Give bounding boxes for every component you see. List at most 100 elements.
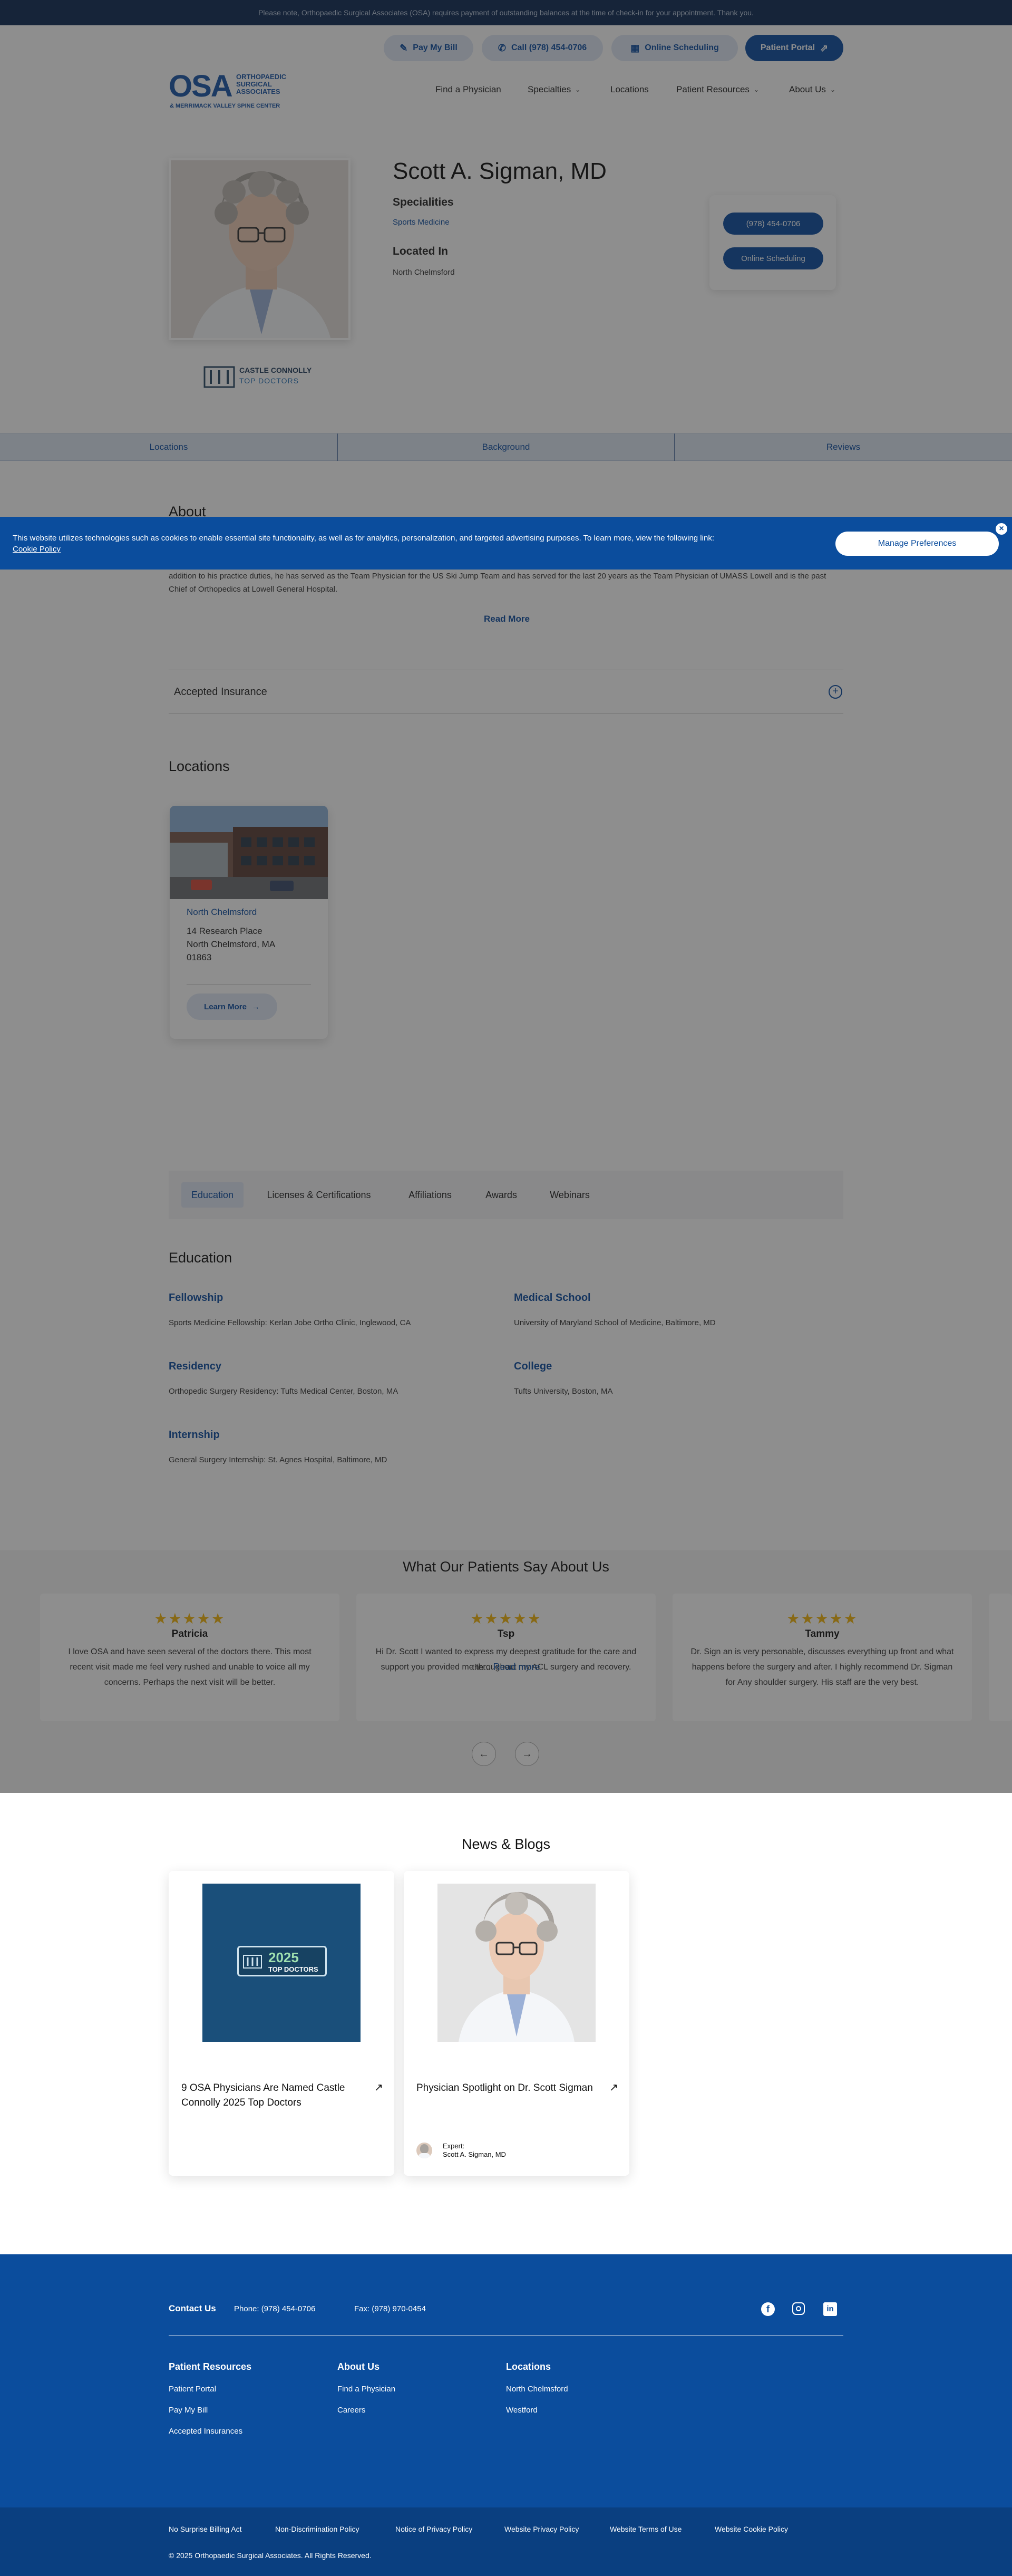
learn-more-label: Learn More: [204, 1002, 247, 1011]
award-line-1: CASTLE CONNOLLY: [239, 366, 312, 374]
tab-affiliations[interactable]: Affiliations: [398, 1182, 462, 1208]
tab-locations[interactable]: Locations: [0, 433, 337, 461]
physician-name: Scott A. Sigman, MD: [393, 158, 607, 184]
nav-label: Specialties: [528, 84, 571, 94]
chevron-down-icon: ⌄: [830, 86, 835, 93]
footer-link[interactable]: Patient Portal: [169, 2385, 216, 2394]
read-more-link[interactable]: Read More: [484, 614, 530, 624]
tab-webinars[interactable]: Webinars: [541, 1182, 599, 1208]
nav-label: Locations: [610, 84, 649, 94]
education-title: Education: [169, 1250, 232, 1266]
review-text: Dr. Sign an is very personable, discusse…: [690, 1647, 954, 1687]
edit-icon: ✎: [400, 42, 408, 53]
education-value: Sports Medicine Fellowship: Kerlan Jobe …: [169, 1318, 411, 1327]
footer-phone[interactable]: Phone: (978) 454-0706: [234, 2304, 315, 2313]
next-testimonial-button[interactable]: →: [515, 1742, 539, 1766]
footer-divider: [169, 2335, 843, 2336]
logo-mark: OSA: [169, 69, 233, 103]
education-value: University of Maryland School of Medicin…: [514, 1318, 716, 1327]
reviewer-name: Patricia: [171, 1628, 208, 1639]
legal-link[interactable]: Website Cookie Policy: [715, 2525, 788, 2533]
nav-locations[interactable]: Locations: [610, 84, 649, 95]
nav-about-us[interactable]: About Us ⌄: [789, 84, 835, 95]
instagram-icon[interactable]: [792, 2302, 805, 2315]
located-in-label: Located In: [393, 245, 449, 257]
nav-find-physician[interactable]: Find a Physician: [435, 84, 501, 95]
profile-cta-card: [709, 195, 836, 290]
call-label: Call (978) 454-0706: [511, 43, 587, 52]
footer: [0, 2254, 1012, 2507]
specialty-link[interactable]: Sports Medicine: [393, 218, 450, 227]
testimonial-card-partial: [989, 1594, 1012, 1721]
expert-name: Scott A. Sigman, MD: [443, 2150, 506, 2158]
expert-avatar: [416, 2143, 432, 2158]
footer-link[interactable]: Pay My Bill: [169, 2406, 208, 2415]
facebook-icon[interactable]: f: [761, 2302, 775, 2316]
footer-link[interactable]: Careers: [337, 2406, 365, 2415]
online-scheduling-label: Online Scheduling: [645, 43, 719, 52]
accepted-insurance-accordion[interactable]: Accepted Insurance +: [169, 670, 843, 714]
legal-link[interactable]: Non-Discrimination Policy: [275, 2525, 359, 2533]
pay-bill-button[interactable]: ✎ Pay My Bill: [384, 35, 473, 61]
specialties-label: Specialities: [393, 196, 454, 208]
call-button[interactable]: ✆ Call (978) 454-0706: [482, 35, 603, 61]
footer-link[interactable]: Find a Physician: [337, 2385, 395, 2394]
close-icon[interactable]: ×: [995, 522, 1008, 536]
copyright: © 2025 Orthopaedic Surgical Associates. …: [169, 2551, 372, 2560]
arrow-right-icon: →: [251, 1002, 260, 1011]
reviewer-name: Tammy: [805, 1628, 840, 1639]
payment-notice-text: Please note, Orthopaedic Surgical Associ…: [258, 8, 754, 17]
arrow-right-icon: →: [522, 1748, 532, 1760]
online-scheduling-cta-button[interactable]: Online Scheduling: [723, 247, 823, 269]
footer-link[interactable]: Accepted Insurances: [169, 2427, 242, 2436]
legal-footer: [0, 2507, 1012, 2576]
nav-label: About Us: [789, 84, 826, 94]
location-address: 14 Research Place North Chelmsford, MA 0…: [187, 924, 275, 964]
tab-background[interactable]: Background: [337, 433, 675, 461]
location-name[interactable]: North Chelmsford: [187, 907, 257, 918]
cookie-banner: This website utilizes technologies such …: [0, 517, 1012, 570]
news-headline: 9 OSA Physicians Are Named Castle Connol…: [181, 2082, 345, 2108]
address-line-1: 14 Research Place: [187, 926, 262, 936]
plus-icon: +: [829, 685, 842, 699]
nav-specialties[interactable]: Specialties ⌄: [528, 84, 580, 95]
prev-testimonial-button[interactable]: ←: [472, 1742, 496, 1766]
linkedin-icon[interactable]: in: [823, 2302, 837, 2316]
star-rating: ★★★★★: [470, 1610, 542, 1627]
online-scheduling-button[interactable]: ▦ Online Scheduling: [611, 35, 738, 61]
tab-awards[interactable]: Awards: [478, 1182, 525, 1208]
calendar-icon: ▦: [630, 42, 640, 53]
manage-preferences-button[interactable]: Manage Preferences: [835, 532, 999, 556]
legal-link[interactable]: Website Terms of Use: [610, 2525, 682, 2533]
location-building-image: [170, 806, 328, 899]
read-more-review-link[interactable]: Read more: [493, 1662, 540, 1672]
tab-licenses[interactable]: Licenses & Certifications: [258, 1182, 380, 1208]
footer-link[interactable]: Westford: [506, 2406, 538, 2415]
address-line-3: 01863: [187, 952, 212, 962]
legal-link[interactable]: No Surprise Billing Act: [169, 2525, 242, 2533]
logo-tagline: & MERRIMACK VALLEY SPINE CENTER: [170, 103, 280, 109]
osa-logo[interactable]: OSA ORTHOPAEDIC SURGICAL ASSOCIATES & ME…: [169, 71, 300, 112]
cookie-policy-link[interactable]: Cookie Policy: [13, 545, 61, 554]
tab-reviews[interactable]: Reviews: [675, 433, 1012, 461]
review-ellipsis: the...: [472, 1663, 491, 1672]
learn-more-button[interactable]: Learn More →: [187, 993, 277, 1020]
external-link-icon: ⇗: [820, 42, 829, 53]
nav-patient-resources[interactable]: Patient Resources ⌄: [676, 84, 759, 95]
location-value: North Chelmsford: [393, 268, 455, 277]
phone-button[interactable]: (978) 454-0706: [723, 213, 823, 235]
patient-portal-label: Patient Portal: [760, 43, 815, 52]
footer-link[interactable]: North Chelmsford: [506, 2385, 568, 2394]
legal-link[interactable]: Notice of Privacy Policy: [395, 2525, 472, 2533]
news-image: [437, 1884, 596, 2042]
footer-contact-title: Contact Us: [169, 2303, 216, 2313]
news-card[interactable]: Physician Spotlight on Dr. Scott Sigman …: [404, 1871, 629, 2176]
footer-col-title: About Us: [337, 2361, 380, 2372]
tab-education[interactable]: Education: [181, 1182, 244, 1208]
patient-portal-button[interactable]: Patient Portal ⇗: [745, 35, 843, 61]
education-heading: Medical School: [514, 1292, 591, 1304]
news-card[interactable]: 2025 TOP DOCTORS 9 OSA Physicians Are Na…: [169, 1871, 394, 2176]
star-rating: ★★★★★: [786, 1610, 858, 1627]
legal-link[interactable]: Website Privacy Policy: [504, 2525, 579, 2533]
footer-col-title: Patient Resources: [169, 2361, 252, 2372]
